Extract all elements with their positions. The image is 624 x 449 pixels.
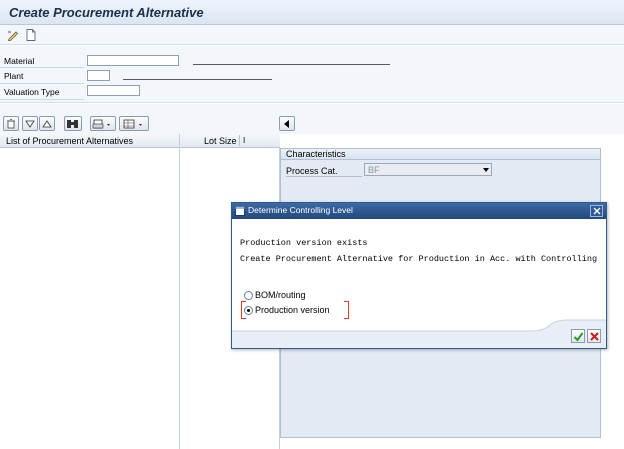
plant-label: Plant xyxy=(4,71,24,81)
column-header-i[interactable]: I xyxy=(243,136,245,145)
cancel-x-icon xyxy=(590,332,599,341)
production-version-radio[interactable] xyxy=(244,306,253,315)
column-header-lot-size[interactable]: Lot Size xyxy=(204,136,237,146)
trash-icon xyxy=(7,119,15,129)
binoculars-icon xyxy=(67,120,78,128)
column-divider xyxy=(239,135,240,146)
chevron-down-icon xyxy=(483,168,489,172)
collapse-panel-button[interactable] xyxy=(279,116,295,131)
printer-icon xyxy=(92,119,110,129)
label-divider xyxy=(0,83,84,84)
bom-routing-radio[interactable] xyxy=(244,291,253,300)
process-cat-value: BF xyxy=(368,165,380,175)
bom-routing-label: BOM/routing xyxy=(255,290,306,300)
find-button[interactable] xyxy=(64,116,82,131)
label-divider xyxy=(0,67,84,68)
label-divider xyxy=(0,99,84,100)
close-icon xyxy=(593,207,601,215)
confirm-button[interactable] xyxy=(571,329,585,343)
pencil-icon[interactable] xyxy=(6,28,20,42)
production-version-label: Production version xyxy=(255,305,330,315)
new-document-icon[interactable] xyxy=(24,28,38,42)
sort-ascending-button[interactable] xyxy=(39,116,55,131)
export-button[interactable] xyxy=(119,116,149,131)
arrow-left-icon xyxy=(284,120,289,128)
dialog-footer xyxy=(232,319,606,348)
cancel-button[interactable] xyxy=(587,329,601,343)
valuation-type-label: Valuation Type xyxy=(4,87,60,97)
window-icon xyxy=(235,206,245,216)
page-title: Create Procurement Alternative xyxy=(9,5,204,20)
material-label: Material xyxy=(4,56,35,66)
sort-down-icon xyxy=(25,120,35,128)
application-toolbar xyxy=(0,25,624,45)
plant-input[interactable] xyxy=(87,70,110,81)
dialog-message-line1: Production version exists xyxy=(240,238,368,248)
title-bar: Create Procurement Alternative xyxy=(0,0,624,25)
list-header: List of Procurement Alternatives Lot Siz… xyxy=(0,134,280,148)
sort-up-icon xyxy=(42,120,52,128)
delete-button[interactable] xyxy=(3,116,19,131)
process-cat-dropdown[interactable]: BF xyxy=(364,163,492,176)
sort-descending-button[interactable] xyxy=(22,116,38,131)
characteristics-title: Characteristics xyxy=(286,149,346,159)
checkmark-icon xyxy=(573,332,584,342)
dialog-title: Determine Controlling Level xyxy=(248,205,353,215)
column-header-procurement-alternatives[interactable]: List of Procurement Alternatives xyxy=(6,136,133,146)
valuation-type-input[interactable] xyxy=(87,85,140,96)
material-description xyxy=(193,64,390,65)
material-input[interactable] xyxy=(87,55,179,66)
spreadsheet-icon xyxy=(123,119,142,129)
dialog-title-bar: Determine Controlling Level xyxy=(232,203,606,219)
label-divider xyxy=(286,176,362,177)
print-button[interactable] xyxy=(90,116,116,131)
plant-description xyxy=(123,79,272,80)
process-cat-label: Process Cat. xyxy=(286,166,338,176)
dialog-message-line2: Create Procurement Alternative for Produ… xyxy=(240,254,598,264)
characteristics-header: Characteristics xyxy=(280,148,601,160)
dialog-close-button[interactable] xyxy=(590,205,603,217)
column-divider xyxy=(179,134,180,449)
